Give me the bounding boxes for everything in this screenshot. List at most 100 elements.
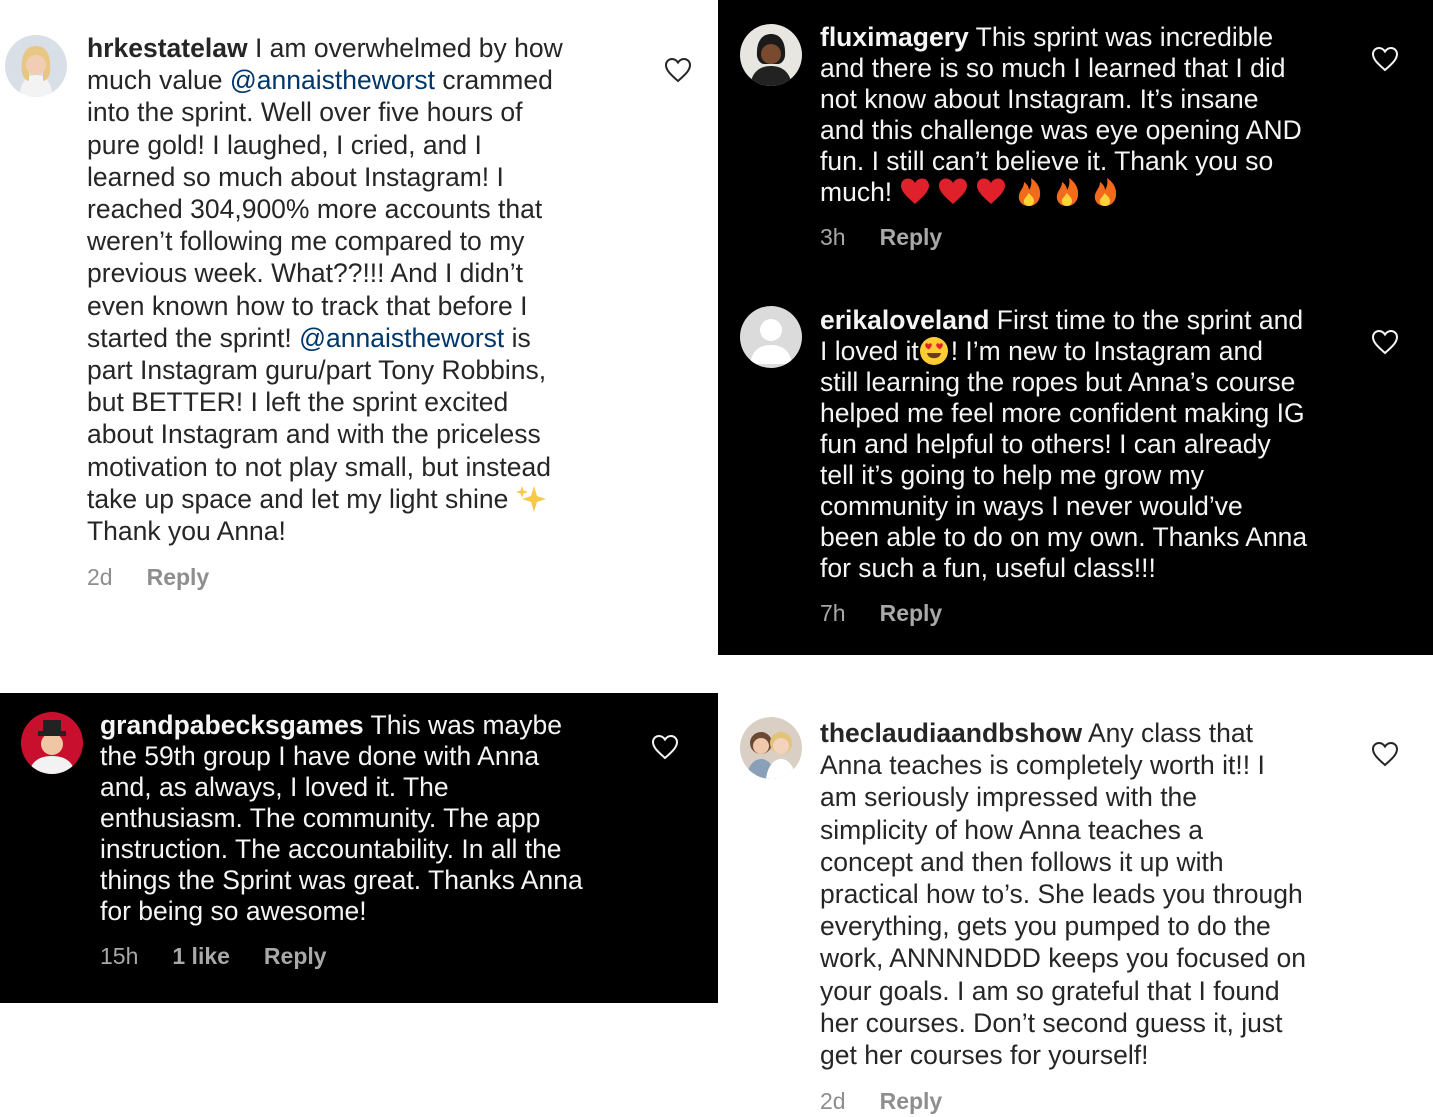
red-heart-icon [900, 177, 930, 207]
comment-text: not know about Instagram. It’s insane [820, 84, 1259, 114]
comment-text: learned so much about Instagram! I [87, 161, 504, 192]
comment-body: hrkestatelaw I am overwhelmed by how muc… [87, 32, 647, 593]
comment-panel-3: grandpabecksgames This was maybe the 59t… [0, 693, 718, 1003]
username[interactable]: hrkestatelaw [87, 33, 248, 63]
comment-meta: 2d Reply [87, 561, 647, 593]
comment-text: First time to the sprint and [996, 305, 1304, 335]
timestamp: 2d [87, 564, 113, 591]
reply-button[interactable]: Reply [880, 598, 943, 629]
fire-icon [1052, 177, 1082, 207]
comment-body: fluximagery This sprint was incredible a… [820, 22, 1340, 253]
username[interactable]: erikaloveland [820, 305, 989, 335]
comment-text: started the sprint! [87, 322, 292, 353]
comment-text: helped me feel more confident making IG [820, 398, 1305, 428]
comment-text: concept and then follows it up with [820, 846, 1224, 877]
comment-panel-1: hrkestatelaw I am overwhelmed by how muc… [0, 0, 718, 655]
red-heart-icon [976, 177, 1006, 207]
reply-button[interactable]: Reply [264, 941, 327, 972]
like-heart-icon[interactable] [1371, 46, 1399, 72]
comment-text: much! [820, 177, 893, 207]
comment-panel-4: theclaudiaandbshow Any class that Anna t… [718, 693, 1433, 1114]
fire-icon [1014, 177, 1044, 207]
comment-text: for being so awesome! [100, 896, 367, 926]
comment-text: reached 304,900% more accounts that [87, 194, 543, 225]
comment-text: instruction. The accountability. In all … [100, 834, 562, 864]
comment-text: practical how to’s. She leads you throug… [820, 879, 1303, 910]
red-heart-icon [938, 177, 968, 207]
like-heart-icon[interactable] [664, 57, 692, 83]
comment-text: and there is so much I learned that I di… [820, 53, 1286, 83]
sparkles-icon [515, 484, 546, 514]
comment-meta: 2d Reply [820, 1085, 1350, 1117]
reply-button[interactable]: Reply [880, 1085, 943, 1117]
comment-text: take up space and let my light shine [87, 483, 509, 514]
like-heart-icon[interactable] [1371, 329, 1399, 355]
comment-text: get her courses for yourself! [820, 1040, 1149, 1071]
like-heart-icon[interactable] [651, 734, 679, 760]
comment-text: much value [87, 65, 223, 96]
comment-text: motivation to not play small, but instea… [87, 451, 551, 482]
comment-text: Any class that [1088, 718, 1253, 748]
comment-text: things the Sprint was great. Thanks Anna [100, 865, 583, 895]
comment-meta: 15h 1 like Reply [100, 941, 640, 972]
comment-body: theclaudiaandbshow Any class that Anna t… [820, 717, 1350, 1117]
comment-text: for such a fun, useful class!!! [820, 553, 1156, 583]
comment-text: the 59th group I have done with Anna [100, 741, 540, 771]
comment-text: tell it’s going to help me grow my [820, 460, 1204, 490]
comment-text: into the sprint. Well over five hours of [87, 97, 523, 128]
comment-text: crammed [442, 65, 553, 96]
comment-text: still learning the ropes but Anna’s cour… [820, 367, 1296, 397]
comment-text: been able to do on my own. Thanks Anna [820, 522, 1308, 552]
comment-text: fun. I still can’t believe it. Thank you… [820, 146, 1274, 176]
comment-text: I am overwhelmed by how [254, 33, 563, 63]
timestamp: 7h [820, 600, 846, 626]
comment-text: simplicity of how Anna teaches a [820, 814, 1203, 845]
comment-meta: 7h Reply [820, 598, 1350, 629]
likes-count[interactable]: 1 like [172, 941, 230, 972]
timestamp: 15h [100, 943, 139, 969]
avatar[interactable] [5, 35, 67, 97]
comment-text: previous week. What??!!! And I didn’t [87, 258, 524, 289]
comment-meta: 3h Reply [820, 222, 1340, 253]
username[interactable]: grandpabecksgames [100, 710, 364, 740]
mention-link[interactable]: @annaistheworst [230, 65, 435, 95]
comment-body: grandpabecksgames This was maybe the 59t… [100, 710, 640, 972]
timestamp: 3h [820, 224, 846, 250]
comment-text: This sprint was incredible [975, 22, 1274, 52]
mention-link[interactable]: @annaistheworst [299, 323, 504, 353]
comment-text: I loved it [820, 336, 919, 366]
comment-text: fun and helpful to others! I can already [820, 429, 1271, 459]
fire-icon [1090, 177, 1120, 207]
comment-text: part Instagram guru/part Tony Robbins, [87, 355, 547, 386]
comment-text: about Instagram and with the priceless [87, 419, 541, 450]
comment-text: and this challenge was eye opening AND [820, 115, 1302, 145]
comment-text: ! I’m new to Instagram and [950, 336, 1263, 366]
comment-text: enthusiasm. The community. The app [100, 803, 541, 833]
comment-text: Thank you Anna! [87, 516, 286, 547]
comment-text: community in ways I never would’ve [820, 491, 1243, 521]
comment-text: pure gold! I laughed, I cried, and I [87, 129, 482, 160]
avatar[interactable] [740, 24, 802, 86]
like-heart-icon[interactable] [1371, 741, 1399, 767]
reply-button[interactable]: Reply [147, 561, 210, 593]
reply-button[interactable]: Reply [880, 222, 943, 253]
avatar[interactable] [21, 712, 83, 774]
comment-text: is [511, 322, 531, 353]
comment-text: your goals. I am so grateful that I foun… [820, 975, 1280, 1006]
comment-text: This was maybe [370, 710, 562, 740]
comment-text: Anna teaches is completely worth it!! I [820, 750, 1265, 781]
comment-text: work, ANNNNDDD keeps you focused on [820, 943, 1307, 974]
username[interactable]: theclaudiaandbshow [820, 718, 1082, 748]
avatar[interactable] [740, 306, 802, 368]
comment-panel-2: fluximagery This sprint was incredible a… [718, 0, 1433, 655]
comment-body: erikaloveland First time to the sprint a… [820, 305, 1350, 629]
heart-eyes-icon [919, 336, 949, 366]
timestamp: 2d [820, 1088, 846, 1115]
comment-text: weren’t following me compared to my [87, 226, 525, 257]
comment-text: but BETTER! I left the sprint excited [87, 387, 509, 418]
avatar[interactable] [740, 717, 802, 779]
comment-text: am seriously impressed with the [820, 782, 1198, 813]
username[interactable]: fluximagery [820, 22, 969, 52]
comment-text: everything, gets you pumped to do the [820, 911, 1271, 942]
comment-text: her courses. Don’t second guess it, just [820, 1007, 1283, 1038]
